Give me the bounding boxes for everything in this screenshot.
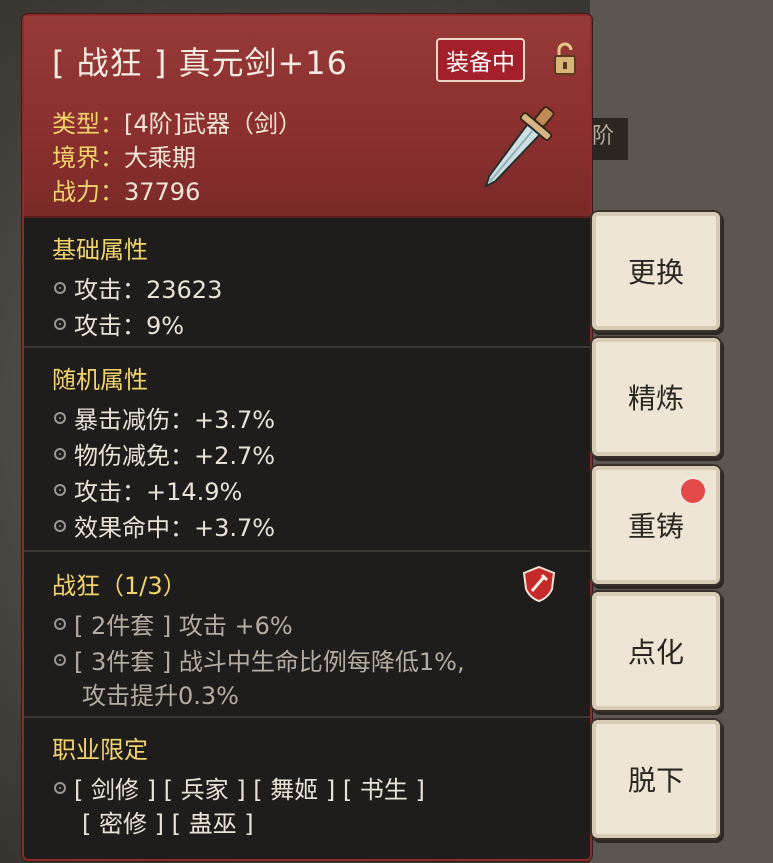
set-bonus-text: [ 3件套 ] 战斗中生命比例每降低1%, (74, 648, 465, 676)
random-attrs-title: 随机属性 (52, 366, 148, 394)
power-label: 战力： (52, 178, 124, 206)
realm-label: 境界： (52, 144, 124, 172)
refine-button[interactable]: 精炼 (590, 336, 722, 458)
bullet-icon (54, 281, 66, 294)
random-attr-text: 暴击减伤：+3.7% (74, 406, 276, 434)
random-attr-text: 物伤减免：+2.7% (74, 442, 276, 470)
section-divider (24, 550, 590, 552)
class-limit-line-cont: [ 密修 ] [ 蛊巫 ] (82, 804, 254, 839)
base-attr-line: 攻击：23623 (54, 270, 222, 305)
bullet-icon (54, 617, 66, 630)
random-attr-line: 暴击减伤：+3.7% (54, 400, 275, 435)
item-tooltip-panel: [ 战狂 ] 真元剑+16 装备中 类型：[4阶]武器（剑） 境界：大乘期 战力… (22, 14, 592, 861)
sword-icon (484, 106, 555, 189)
enlighten-button[interactable]: 点化 (590, 590, 722, 712)
bullet-icon (54, 653, 66, 666)
random-attr-line: 物伤减免：+2.7% (54, 436, 275, 471)
type-label: 类型： (52, 110, 124, 138)
bullet-icon (54, 317, 66, 330)
item-title: [ 战狂 ] 真元剑+16 (52, 44, 349, 82)
set-bonus-text: [ 2件套 ] 攻击 +6% (74, 612, 293, 640)
class-limit-line: [ 剑修 ] [ 兵家 ] [ 舞姬 ] [ 书生 ] (54, 770, 425, 805)
bullet-icon (54, 483, 66, 496)
base-attr-text: 攻击：23623 (74, 276, 223, 304)
item-header: [ 战狂 ] 真元剑+16 装备中 类型：[4阶]武器（剑） 境界：大乘期 战力… (24, 16, 590, 218)
set-bonus-text: 攻击提升0.3% (82, 682, 239, 710)
set-bonus-title: 战狂（1/3） (52, 572, 187, 600)
equipped-badge: 装备中 (436, 38, 525, 82)
replace-button[interactable]: 更换 (590, 210, 722, 332)
section-divider (24, 346, 590, 348)
power-value: 37796 (124, 178, 201, 206)
background-tab: 阶 (592, 118, 628, 160)
realm-value: 大乘期 (124, 144, 196, 172)
realm-row: 境界：大乘期 (52, 138, 196, 173)
base-attr-text: 攻击：9% (74, 312, 185, 340)
bullet-icon (54, 781, 66, 794)
set-shield-icon (522, 565, 556, 603)
base-attr-line: 攻击：9% (54, 306, 184, 341)
random-attr-line: 效果命中：+3.7% (54, 508, 275, 543)
unequip-button[interactable]: 脱下 (590, 718, 722, 840)
random-attr-text: 攻击：+14.9% (74, 478, 243, 506)
set-bonus-line: [ 3件套 ] 战斗中生命比例每降低1%, (54, 642, 465, 677)
section-divider (24, 716, 590, 718)
set-bonus-line-cont: 攻击提升0.3% (82, 676, 239, 711)
lock-icon[interactable] (552, 40, 578, 78)
random-attr-text: 效果命中：+3.7% (74, 514, 276, 542)
bullet-icon (54, 411, 66, 424)
random-attr-line: 攻击：+14.9% (54, 472, 242, 507)
set-bonus-line: [ 2件套 ] 攻击 +6% (54, 606, 293, 641)
notification-dot (679, 477, 707, 505)
power-row: 战力：37796 (52, 172, 200, 207)
class-limit-title: 职业限定 (52, 736, 148, 764)
type-row: 类型：[4阶]武器（剑） (52, 104, 302, 139)
bullet-icon (54, 519, 66, 532)
base-attrs-title: 基础属性 (52, 236, 148, 264)
type-value: [4阶]武器（剑） (124, 110, 302, 138)
class-limit-text: [ 密修 ] [ 蛊巫 ] (82, 810, 254, 838)
class-limit-text: [ 剑修 ] [ 兵家 ] [ 舞姬 ] [ 书生 ] (74, 776, 425, 804)
bullet-icon (54, 447, 66, 460)
